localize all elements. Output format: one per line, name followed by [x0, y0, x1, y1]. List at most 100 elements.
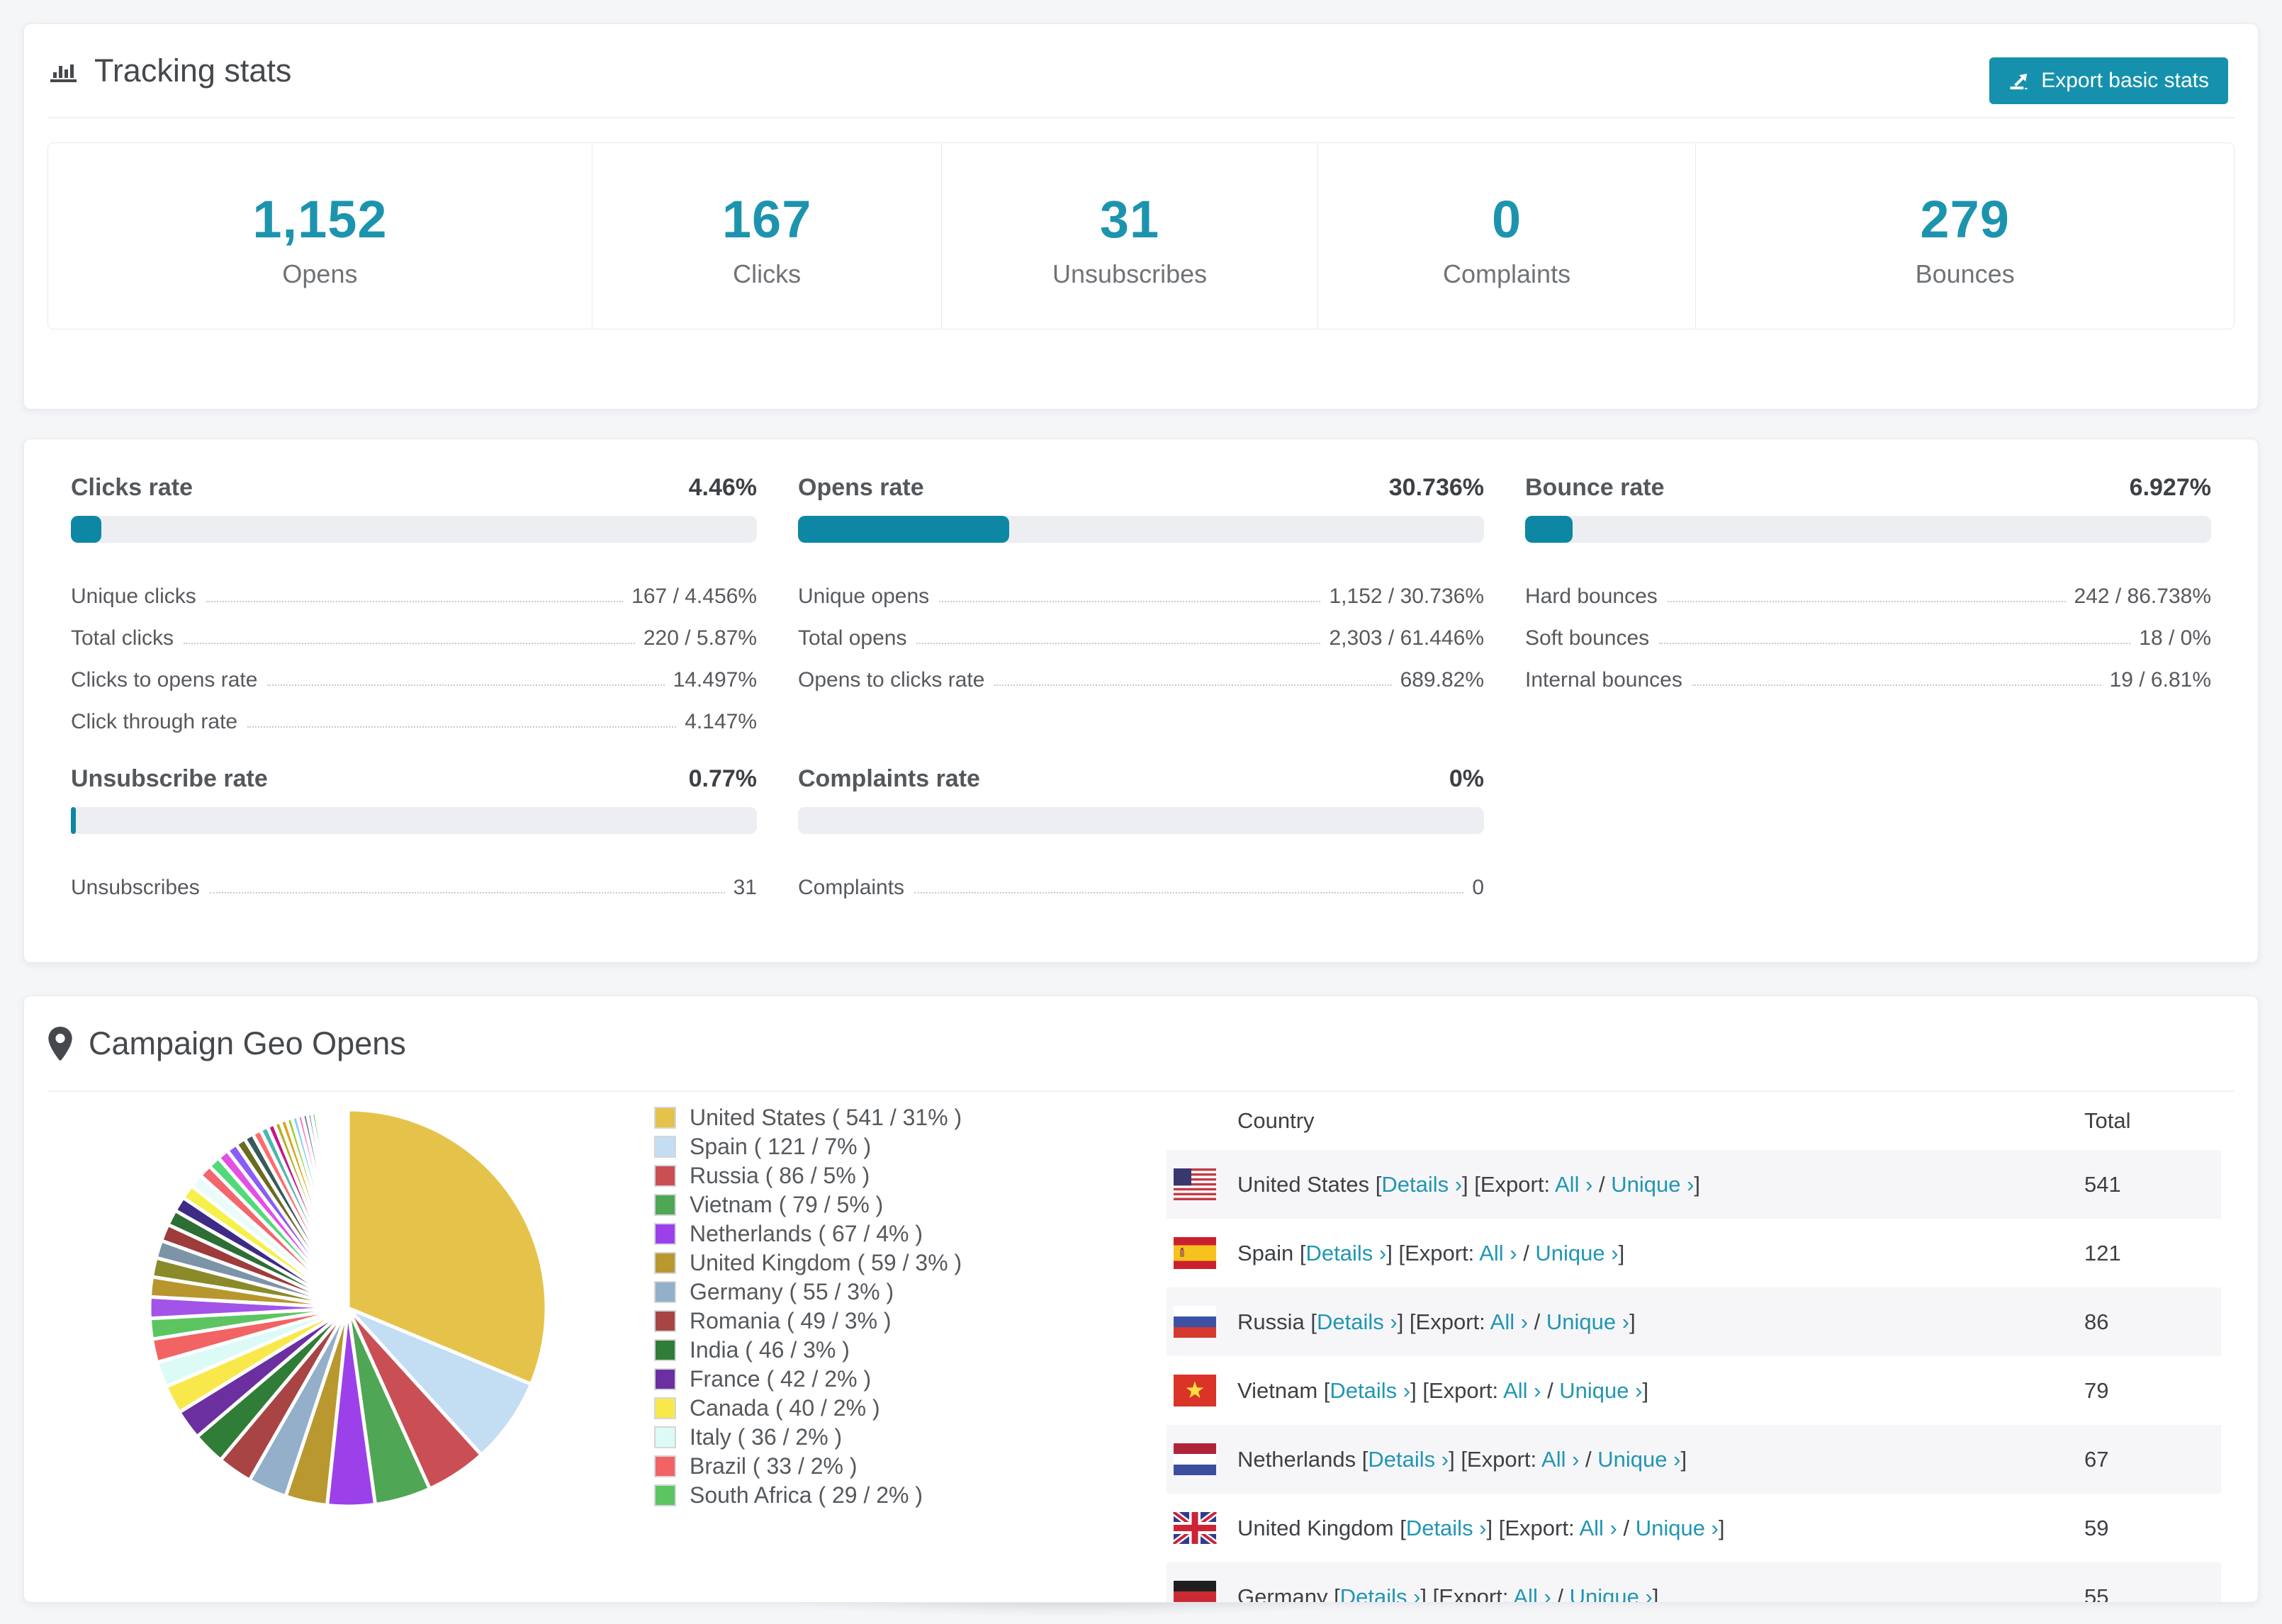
stat-row-unique-opens: Unique opens 1,152 / 30.736% — [798, 571, 1484, 613]
export-unique-link[interactable]: Unique › — [1535, 1241, 1618, 1265]
stat-row-total-clicks: Total clicks 220 / 5.87% — [71, 613, 757, 655]
export-all-link[interactable]: All › — [1541, 1447, 1579, 1472]
country-cell: United Kingdom [Details ›] [Export: All … — [1237, 1516, 2084, 1541]
table-row-vietnam: Vietnam [Details ›] [Export: All › / Uni… — [1167, 1356, 2221, 1425]
rate-group-value: 4.46% — [688, 474, 757, 501]
bracket-open: [ — [1356, 1446, 1368, 1472]
legend-label: Canada ( 40 / 2% ) — [690, 1395, 880, 1421]
details-link[interactable]: Details › — [1306, 1241, 1387, 1265]
rate-group-clicks-rate: Clicks rate 4.46% Unique clicks 167 / 4.456… — [71, 474, 757, 738]
details-link[interactable]: Details › — [1381, 1172, 1462, 1197]
legend-swatch — [654, 1223, 676, 1245]
details-link[interactable]: Details › — [1340, 1584, 1421, 1603]
rate-group-header: Clicks rate 4.46% — [71, 474, 757, 502]
stat-row-soft-bounces: Soft bounces 18 / 0% — [1525, 613, 2211, 655]
stat-row-value: 242 / 86.738% — [2074, 585, 2212, 608]
rate-group-bounce-rate: Bounce rate 6.927% Hard bounces 242 / 86.73… — [1525, 474, 2211, 738]
details-link[interactable]: Details › — [1317, 1309, 1398, 1334]
stat-cell-bounces: 279 Bounces — [1696, 143, 2234, 329]
bracket-export: ] [Export: — [1462, 1171, 1555, 1197]
slash-separator: / — [1579, 1446, 1598, 1472]
stat-row-value: 31 — [733, 876, 757, 899]
progress-bar-clicks-rate — [71, 516, 757, 543]
progress-fill — [1525, 516, 1573, 543]
export-basic-stats-button[interactable]: Export basic stats — [1989, 57, 2228, 104]
export-all-link[interactable]: All › — [1479, 1241, 1517, 1265]
country-name: United Kingdom — [1237, 1515, 1394, 1540]
stat-row-label: Total clicks — [71, 626, 174, 650]
dotted-leader — [184, 643, 635, 644]
export-unique-link[interactable]: Unique › — [1636, 1516, 1719, 1540]
pie-slice-other-44[interactable] — [345, 1107, 350, 1310]
stat-value-unsubscribes: 31 — [1099, 189, 1160, 249]
bracket-export: ] [Export: — [1410, 1377, 1504, 1403]
stat-row-hard-bounces: Hard bounces 242 / 86.738% — [1525, 571, 2211, 613]
legend-item-united-kingdom: United Kingdom ( 59 / 3% ) — [654, 1248, 962, 1278]
legend-swatch — [654, 1397, 676, 1419]
stat-row-click-through-rate: Click through rate 4.147% — [71, 697, 757, 738]
export-unique-link[interactable]: Unique › — [1559, 1378, 1642, 1403]
geo-section-title: Campaign Geo Opens — [47, 1025, 406, 1062]
progress-bar-bounce-rate — [1525, 516, 2211, 543]
legend-label: Germany ( 55 / 3% ) — [690, 1279, 894, 1304]
bracket-export: ] [Export: — [1397, 1309, 1490, 1334]
stat-cell-opens: 1,152 Opens — [48, 143, 592, 329]
rate-group-value: 30.736% — [1388, 474, 1484, 501]
stat-label-unsubscribes: Unsubscribes — [1052, 259, 1208, 288]
rate-group-header: Opens rate 30.736% — [798, 474, 1484, 502]
export-unique-link[interactable]: Unique › — [1597, 1447, 1680, 1472]
bracket-close: ] — [1694, 1171, 1701, 1197]
table-row-united-states: United States [Details ›] [Export: All ›… — [1167, 1150, 2221, 1219]
legend-label: United Kingdom ( 59 / 3% ) — [690, 1250, 962, 1275]
details-link[interactable]: Details › — [1368, 1447, 1449, 1472]
details-link[interactable]: Details › — [1406, 1516, 1487, 1540]
export-all-link[interactable]: All › — [1513, 1584, 1551, 1603]
legend-swatch — [654, 1368, 676, 1390]
rate-group-value: 0.77% — [688, 765, 757, 792]
bracket-close: ] — [1718, 1515, 1725, 1540]
details-link[interactable]: Details › — [1330, 1378, 1410, 1403]
export-all-link[interactable]: All › — [1555, 1172, 1592, 1197]
column-header-country: Country — [1237, 1108, 1315, 1133]
geo-card-header: Campaign Geo Opens — [47, 996, 2235, 1092]
stat-row-label: Opens to clicks rate — [798, 668, 985, 692]
country-cell: Vietnam [Details ›] [Export: All › / Uni… — [1237, 1378, 2084, 1404]
total-value: 121 — [2084, 1240, 2121, 1265]
legend-label: Spain ( 121 / 7% ) — [690, 1134, 872, 1159]
geo-opens-table: Country Total United States [Details ›] [E… — [1167, 1092, 2221, 1603]
export-unique-link[interactable]: Unique › — [1570, 1584, 1653, 1603]
stat-label-clicks: Clicks — [733, 259, 802, 288]
export-all-link[interactable]: All › — [1579, 1516, 1617, 1540]
export-all-link[interactable]: All › — [1490, 1309, 1528, 1334]
legend-item-canada: Canada ( 40 / 2% ) — [654, 1394, 962, 1423]
stat-cell-unsubscribes: 31 Unsubscribes — [942, 143, 1318, 329]
bracket-open: [ — [1393, 1515, 1406, 1540]
bracket-export: ] [Export: — [1449, 1446, 1542, 1472]
country-name: Spain — [1237, 1240, 1294, 1265]
table-row-spain: Spain [Details ›] [Export: All › / Uniqu… — [1167, 1219, 2221, 1287]
export-unique-link[interactable]: Unique › — [1546, 1309, 1629, 1334]
map-pin-icon — [48, 1026, 72, 1061]
total-value: 55 — [2084, 1584, 2109, 1603]
stat-row-total-opens: Total opens 2,303 / 61.446% — [798, 613, 1484, 655]
legend-label: Italy ( 36 / 2% ) — [690, 1424, 843, 1450]
stat-label-opens: Opens — [282, 259, 358, 288]
stat-row-value: 2,303 / 61.446% — [1329, 626, 1484, 650]
legend-swatch — [654, 1426, 676, 1448]
stat-row-clicks-to-opens-rate: Clicks to opens rate 14.497% — [71, 655, 757, 697]
rate-group-unsubscribe-rate: Unsubscribe rate 0.77% Unsubscribes 31 — [71, 765, 757, 904]
stat-row-internal-bounces: Internal bounces 19 / 6.81% — [1525, 655, 2211, 697]
progress-fill — [71, 807, 77, 834]
united-states-flag-icon — [1172, 1168, 1218, 1200]
dotted-leader — [994, 684, 1392, 686]
export-all-link[interactable]: All › — [1503, 1378, 1541, 1403]
bracket-open: [ — [1369, 1171, 1382, 1197]
table-row-netherlands: Netherlands [Details ›] [Export: All › /… — [1167, 1425, 2221, 1494]
rate-group-header: Unsubscribe rate 0.77% — [71, 765, 757, 793]
legend-swatch — [654, 1310, 676, 1332]
stat-row-value: 689.82% — [1400, 668, 1484, 692]
stat-cell-clicks: 167 Clicks — [592, 143, 943, 329]
export-unique-link[interactable]: Unique › — [1611, 1172, 1694, 1197]
stat-row-value: 19 / 6.81% — [2109, 668, 2211, 692]
russia-flag-icon — [1172, 1306, 1218, 1338]
